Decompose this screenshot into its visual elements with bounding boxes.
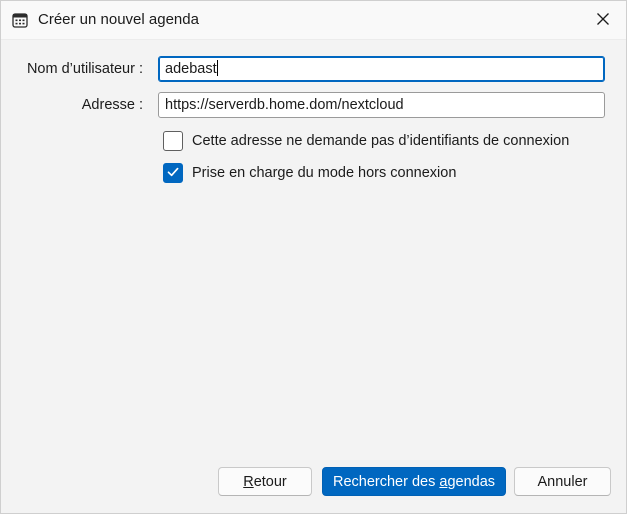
address-value: https://serverdb.home.dom/nextcloud	[165, 97, 404, 113]
back-label: etour	[253, 473, 287, 490]
no-credentials-checkbox[interactable]	[163, 131, 183, 151]
text-caret	[216, 60, 218, 76]
window-title: Créer un nouvel agenda	[38, 11, 199, 28]
offline-support-checkbox[interactable]	[163, 163, 183, 183]
back-accel-key: R	[243, 473, 254, 490]
calendar-icon	[12, 12, 28, 28]
back-button[interactable]: Retour	[218, 467, 312, 496]
dialog-window: Créer un nouvel agenda Nom d’utilisateur…	[0, 0, 627, 514]
cancel-button[interactable]: Annuler	[514, 467, 611, 496]
checkmark-icon	[166, 165, 180, 182]
no-credentials-option[interactable]: Cette adresse ne demande pas d’identifia…	[163, 131, 569, 151]
find-calendars-button[interactable]: Rechercher des a gendas	[322, 467, 506, 496]
cancel-label: Annuler	[537, 473, 588, 490]
username-label: Nom d’utilisateur :	[26, 61, 143, 77]
address-label: Adresse :	[81, 97, 143, 113]
title-bar: Créer un nouvel agenda	[1, 1, 626, 40]
find-label-post: gendas	[447, 473, 496, 490]
no-credentials-label: Cette adresse ne demande pas d’identifia…	[192, 133, 570, 149]
close-button[interactable]	[588, 5, 618, 35]
username-value: adebast	[165, 61, 217, 77]
offline-support-option[interactable]: Prise en charge du mode hors connexion	[163, 163, 456, 183]
username-input[interactable]: adebast	[158, 56, 605, 82]
find-accel-key: a	[439, 473, 448, 490]
address-input[interactable]: https://serverdb.home.dom/nextcloud	[158, 92, 605, 118]
close-icon	[596, 12, 610, 29]
offline-support-label: Prise en charge du mode hors connexion	[192, 165, 457, 181]
find-label-pre: Rechercher des	[332, 473, 440, 490]
